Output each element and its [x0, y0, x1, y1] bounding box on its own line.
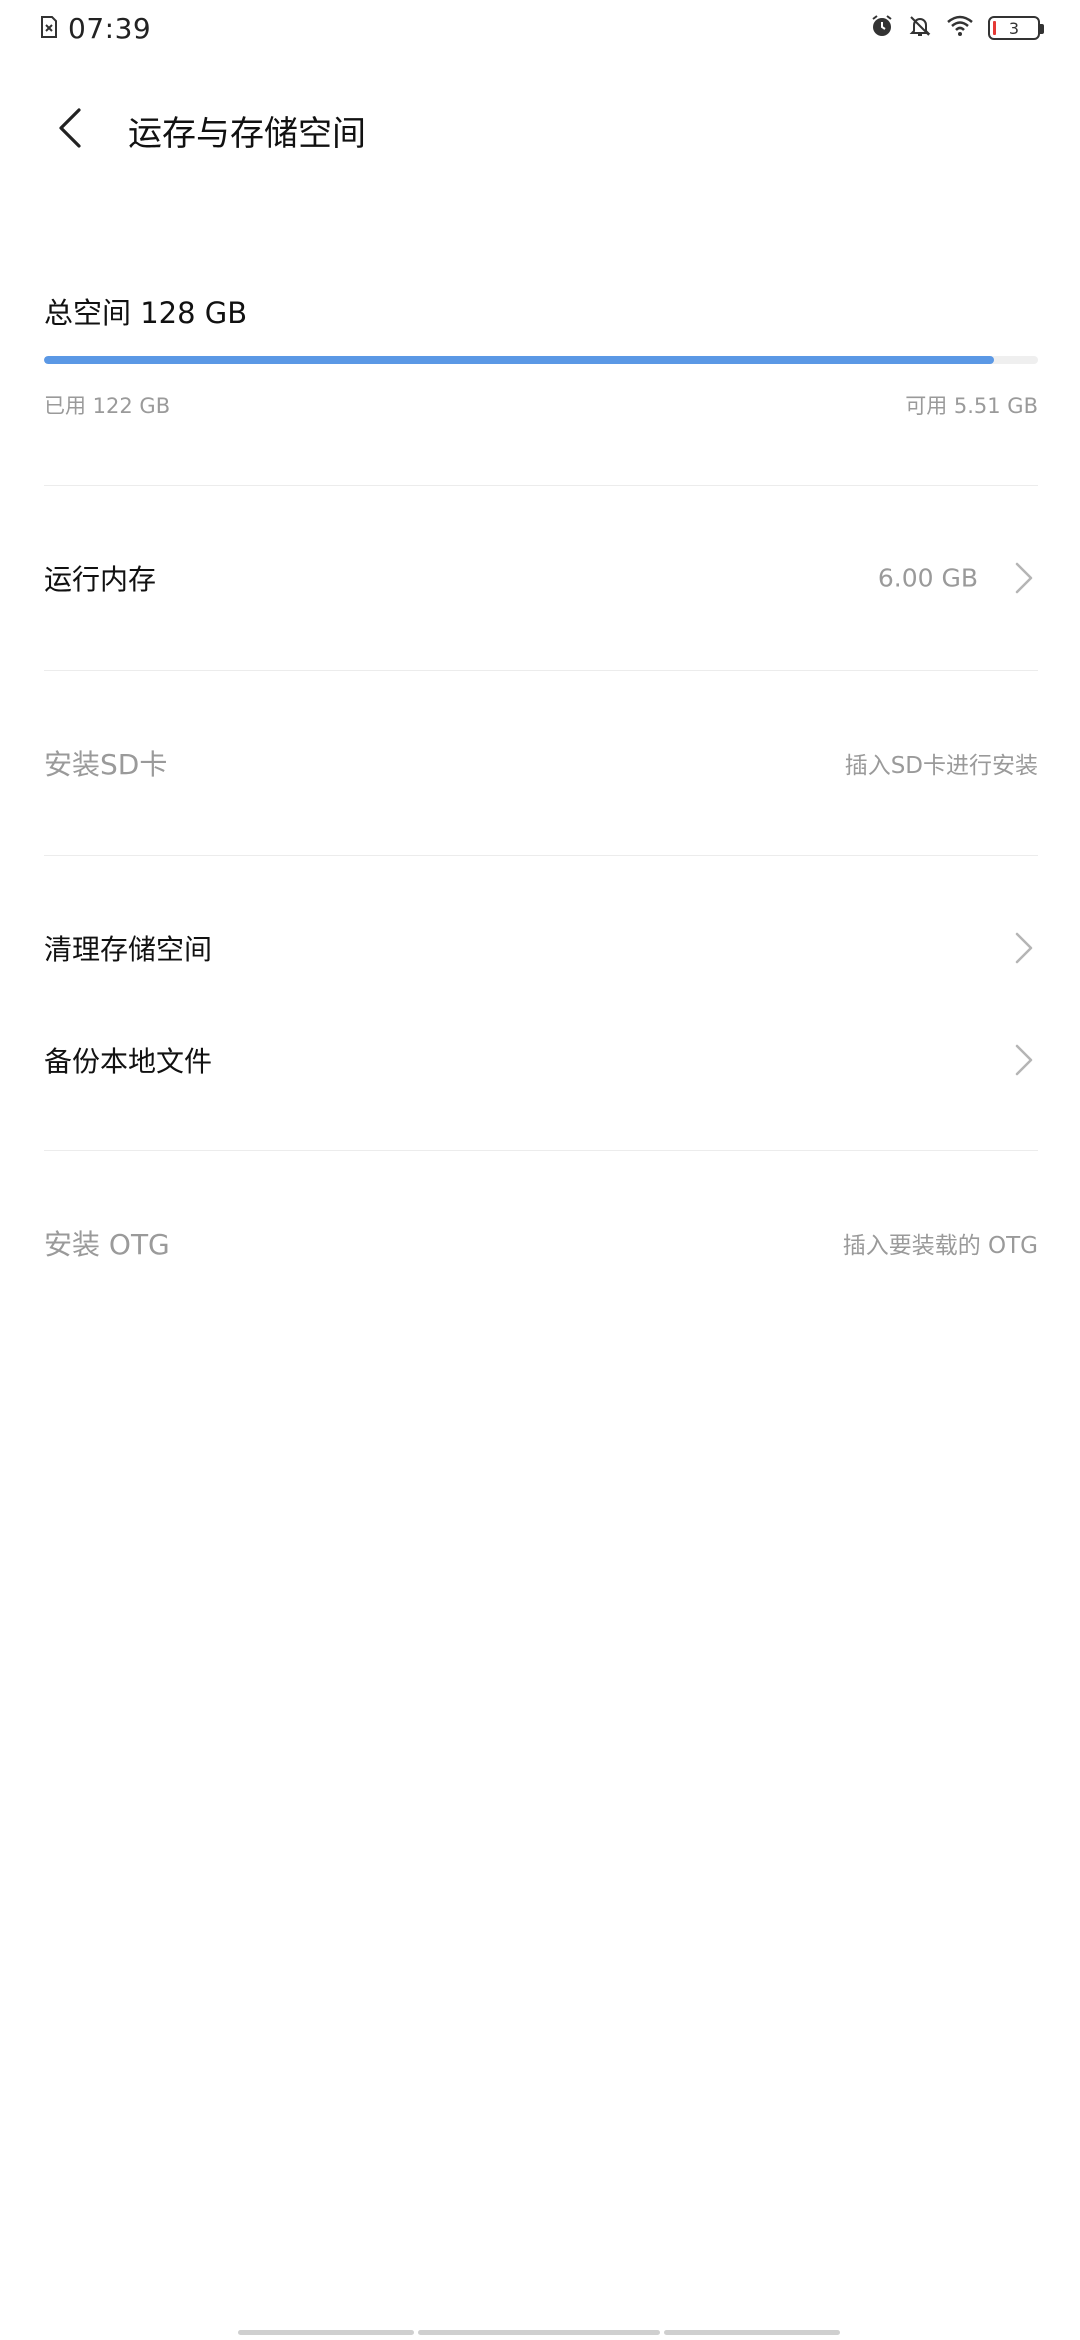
install-otg-row: 安装 OTG 插入要装载的 OTG [0, 1203, 1080, 1283]
sim-error-icon [40, 15, 58, 42]
ram-value: 6.00 GB [877, 563, 978, 593]
divider [44, 670, 1038, 671]
battery-icon: 3 [988, 16, 1044, 40]
storage-progress-fill [44, 356, 995, 364]
install-sd-card-label: 安装SD卡 [44, 748, 168, 781]
total-storage-label: 总空间 128 GB [44, 296, 248, 330]
clean-storage-label: 清理存储空间 [44, 933, 213, 966]
chevron-right-icon [1012, 558, 1036, 598]
ram-label: 运行内存 [44, 563, 157, 596]
divider [44, 485, 1038, 486]
install-sd-card-hint: 插入SD卡进行安装 [844, 753, 1038, 779]
divider [44, 1150, 1038, 1151]
backup-local-files-row[interactable]: 备份本地文件 [0, 1020, 1080, 1100]
used-storage-label: 已用 122 GB [44, 394, 171, 418]
nav-indicator-left [238, 2330, 414, 2335]
status-time: 07:39 [68, 12, 152, 45]
nav-indicator-right [664, 2330, 840, 2335]
battery-level-indicator [993, 21, 996, 35]
alarm-icon [870, 14, 894, 42]
clean-storage-row[interactable]: 清理存储空间 [0, 908, 1080, 988]
battery-level-text: 3 [1008, 18, 1020, 38]
backup-local-files-label: 备份本地文件 [44, 1045, 213, 1078]
bell-off-icon [908, 14, 932, 42]
nav-indicator-center [418, 2330, 660, 2335]
install-otg-hint: 插入要装载的 OTG [842, 1233, 1038, 1259]
chevron-right-icon [1012, 1040, 1036, 1080]
divider [44, 855, 1038, 856]
chevron-left-icon [55, 106, 85, 154]
install-otg-label: 安装 OTG [44, 1228, 170, 1261]
status-bar-right: 3 [870, 14, 1044, 42]
install-sd-card-row: 安装SD卡 插入SD卡进行安装 [0, 723, 1080, 803]
chevron-right-icon [1012, 928, 1036, 968]
app-header: 运存与存储空间 [0, 90, 1080, 170]
wifi-icon [946, 15, 974, 41]
status-bar: 07:39 3 [0, 0, 1080, 60]
ram-row[interactable]: 运行内存 6.00 GB [0, 538, 1080, 618]
page-title: 运存与存储空间 [128, 114, 366, 154]
available-storage-label: 可用 5.51 GB [905, 394, 1038, 418]
storage-progress-bar [44, 356, 1038, 364]
back-button[interactable] [40, 100, 100, 160]
status-bar-left: 07:39 [40, 12, 151, 45]
